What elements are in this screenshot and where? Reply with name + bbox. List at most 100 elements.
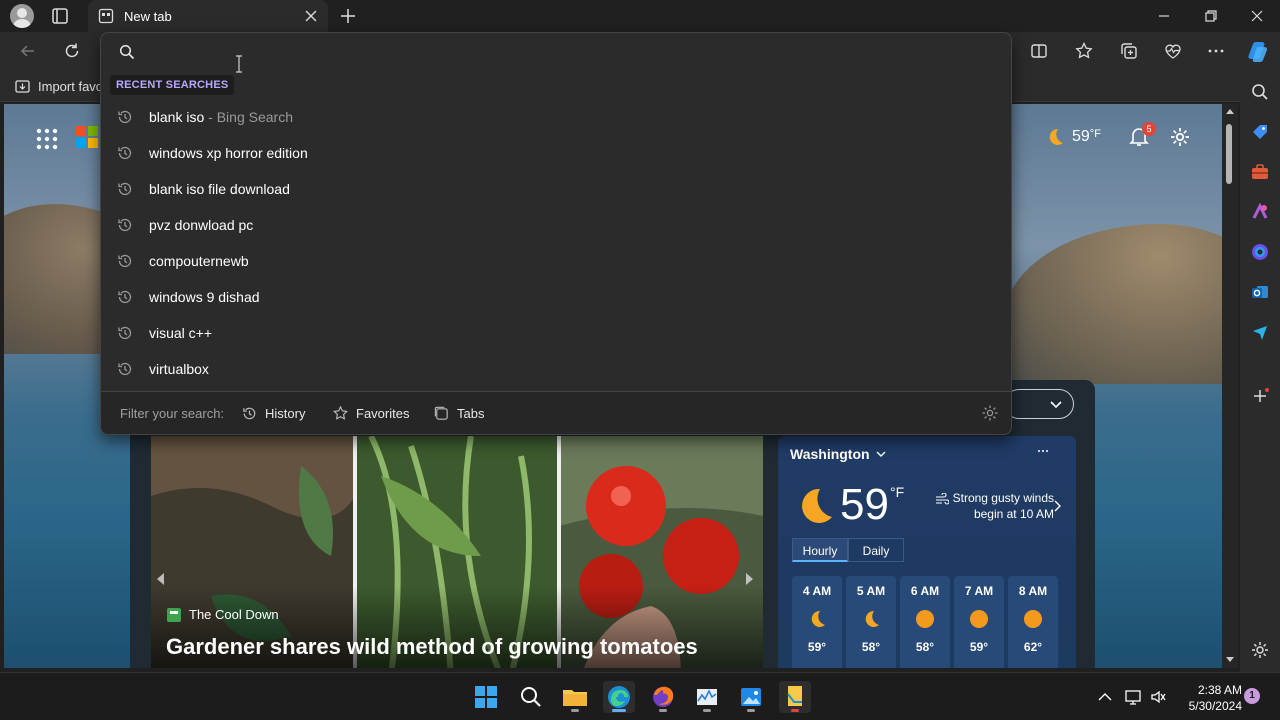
- split-screen-icon[interactable]: [1029, 41, 1049, 61]
- weather-widget[interactable]: 59 °F: [1044, 126, 1101, 148]
- hour-forecast[interactable]: 7 AM 59°: [954, 576, 1004, 668]
- weather-temp: 59: [1072, 128, 1090, 145]
- page-scrollbar[interactable]: [1222, 104, 1238, 668]
- weather-alert[interactable]: Strong gusty winds begin at 10 AM: [924, 490, 1054, 522]
- tabs-icon: [433, 405, 450, 422]
- tab-actions-icon[interactable]: [50, 6, 70, 26]
- filter-label: Filter your search:: [120, 406, 225, 421]
- favorites-icon[interactable]: [1074, 41, 1094, 61]
- carousel-prev-icon[interactable]: [154, 572, 168, 586]
- notifications-badge: 5: [1142, 122, 1156, 136]
- news-source[interactable]: The Cool Down: [167, 607, 279, 622]
- weather-alert-line2: begin at 10 AM: [973, 507, 1054, 521]
- notification-center-badge[interactable]: 1: [1244, 688, 1260, 704]
- history-icon: [116, 144, 134, 162]
- taskbar-clock[interactable]: 2:38 AM 5/30/2024: [1172, 682, 1242, 714]
- suggestion-item[interactable]: pvz donwload pc: [101, 207, 1011, 243]
- back-icon[interactable]: [18, 41, 38, 61]
- start-button-icon[interactable]: [470, 681, 502, 713]
- tab-new-tab[interactable]: New tab: [88, 0, 328, 32]
- add-sidebar-app-icon[interactable]: [1250, 386, 1270, 406]
- clock-time: 2:38 AM: [1197, 683, 1242, 697]
- suggestion-item[interactable]: windows xp horror edition: [101, 135, 1011, 171]
- suggestion-item[interactable]: virtualbox: [101, 351, 1011, 387]
- history-icon: [116, 324, 134, 342]
- search-settings-gear-icon[interactable]: [981, 404, 999, 422]
- page-settings-icon[interactable]: [1169, 126, 1191, 148]
- filter-favorites-label: Favorites: [356, 405, 410, 421]
- recent-searches-label: RECENT SEARCHES: [110, 75, 235, 95]
- photos-icon[interactable]: [735, 681, 767, 713]
- sun-icon: [914, 608, 936, 630]
- weather-card[interactable]: Washington 59 °F Strong gusty winds begi…: [778, 436, 1076, 668]
- chevron-down-icon: [876, 449, 886, 459]
- sun-icon: [1022, 608, 1044, 630]
- copilot-icon[interactable]: [1245, 39, 1271, 65]
- hour-forecast[interactable]: 5 AM 58°: [846, 576, 896, 668]
- history-icon: [116, 108, 134, 126]
- close-tab-icon[interactable]: [304, 9, 318, 23]
- shopping-icon[interactable]: [1250, 122, 1270, 142]
- filter-tabs-button[interactable]: Tabs: [433, 402, 484, 424]
- moon-icon: [806, 608, 828, 630]
- filter-tabs-label: Tabs: [457, 405, 485, 421]
- scroll-up-icon[interactable]: [1225, 107, 1235, 115]
- more-options-icon[interactable]: [1206, 41, 1226, 61]
- suggestion-text: windows 9 dishad: [149, 289, 260, 305]
- feed-dropdown[interactable]: [1004, 389, 1074, 419]
- hour-forecast[interactable]: 4 AM 59°: [792, 576, 842, 668]
- hour-forecast[interactable]: 8 AM 62°: [1008, 576, 1058, 668]
- refresh-icon[interactable]: [62, 41, 82, 61]
- sidebar-settings-icon[interactable]: [1250, 640, 1270, 660]
- scrollbar-thumb[interactable]: [1226, 124, 1232, 184]
- news-headline[interactable]: Gardener shares wild method of growing t…: [166, 634, 698, 660]
- filter-favorites-button[interactable]: Favorites: [332, 402, 409, 424]
- drop-icon[interactable]: [1250, 322, 1270, 342]
- outlook-icon[interactable]: [1250, 282, 1270, 302]
- suggestion-item[interactable]: blank iso - Bing Search: [101, 99, 1011, 135]
- file-manager-pinned-icon[interactable]: [779, 681, 811, 713]
- chevron-down-icon: [1050, 401, 1062, 409]
- microsoft-365-icon[interactable]: [1250, 242, 1270, 262]
- hour-temp: 62°: [1023, 640, 1043, 654]
- carousel-next-icon[interactable]: [742, 572, 756, 586]
- suggestion-item[interactable]: compouternewb: [101, 243, 1011, 279]
- firefox-icon[interactable]: [647, 681, 679, 713]
- task-manager-icon[interactable]: [691, 681, 723, 713]
- filter-history-button[interactable]: History: [241, 402, 305, 424]
- weather-more-icon[interactable]: [1036, 444, 1050, 458]
- app-launcher-icon[interactable]: [34, 126, 60, 152]
- browser-essentials-icon[interactable]: [1163, 41, 1183, 61]
- address-input[interactable]: [145, 39, 995, 65]
- games-icon[interactable]: [1250, 202, 1270, 222]
- hour-forecast[interactable]: 6 AM 58°: [900, 576, 950, 668]
- network-icon[interactable]: [1124, 688, 1142, 706]
- new-tab-button[interactable]: [338, 6, 358, 26]
- edge-taskbar-icon[interactable]: [603, 681, 635, 713]
- hour-temp: 59°: [807, 640, 827, 654]
- import-favorites-link[interactable]: Import favo: [38, 79, 103, 94]
- moon-icon: [860, 608, 882, 630]
- search-taskbar-icon[interactable]: [515, 681, 547, 713]
- windows-taskbar: 2:38 AM 5/30/2024 1: [0, 672, 1280, 720]
- news-source-name: The Cool Down: [189, 607, 279, 622]
- profile-avatar[interactable]: [10, 4, 34, 28]
- tab-daily[interactable]: Daily: [848, 538, 904, 562]
- scroll-down-icon[interactable]: [1225, 656, 1235, 664]
- restore-icon[interactable]: [1203, 8, 1219, 24]
- search-sidebar-icon[interactable]: [1250, 82, 1270, 102]
- weather-location[interactable]: Washington: [790, 446, 886, 462]
- suggestion-item[interactable]: windows 9 dishad: [101, 279, 1011, 315]
- collections-icon[interactable]: [1119, 41, 1139, 61]
- filter-history-label: History: [265, 405, 306, 421]
- minimize-icon[interactable]: [1156, 8, 1172, 24]
- suggestion-item[interactable]: blank iso file download: [101, 171, 1011, 207]
- suggestion-item[interactable]: visual c++: [101, 315, 1011, 351]
- volume-icon[interactable]: [1149, 688, 1167, 706]
- history-icon: [116, 360, 134, 378]
- tools-icon[interactable]: [1250, 162, 1270, 182]
- tray-overflow-chevron-icon[interactable]: [1096, 688, 1114, 706]
- close-window-icon[interactable]: [1249, 8, 1265, 24]
- file-explorer-icon[interactable]: [559, 681, 591, 713]
- tab-hourly[interactable]: Hourly: [792, 538, 848, 562]
